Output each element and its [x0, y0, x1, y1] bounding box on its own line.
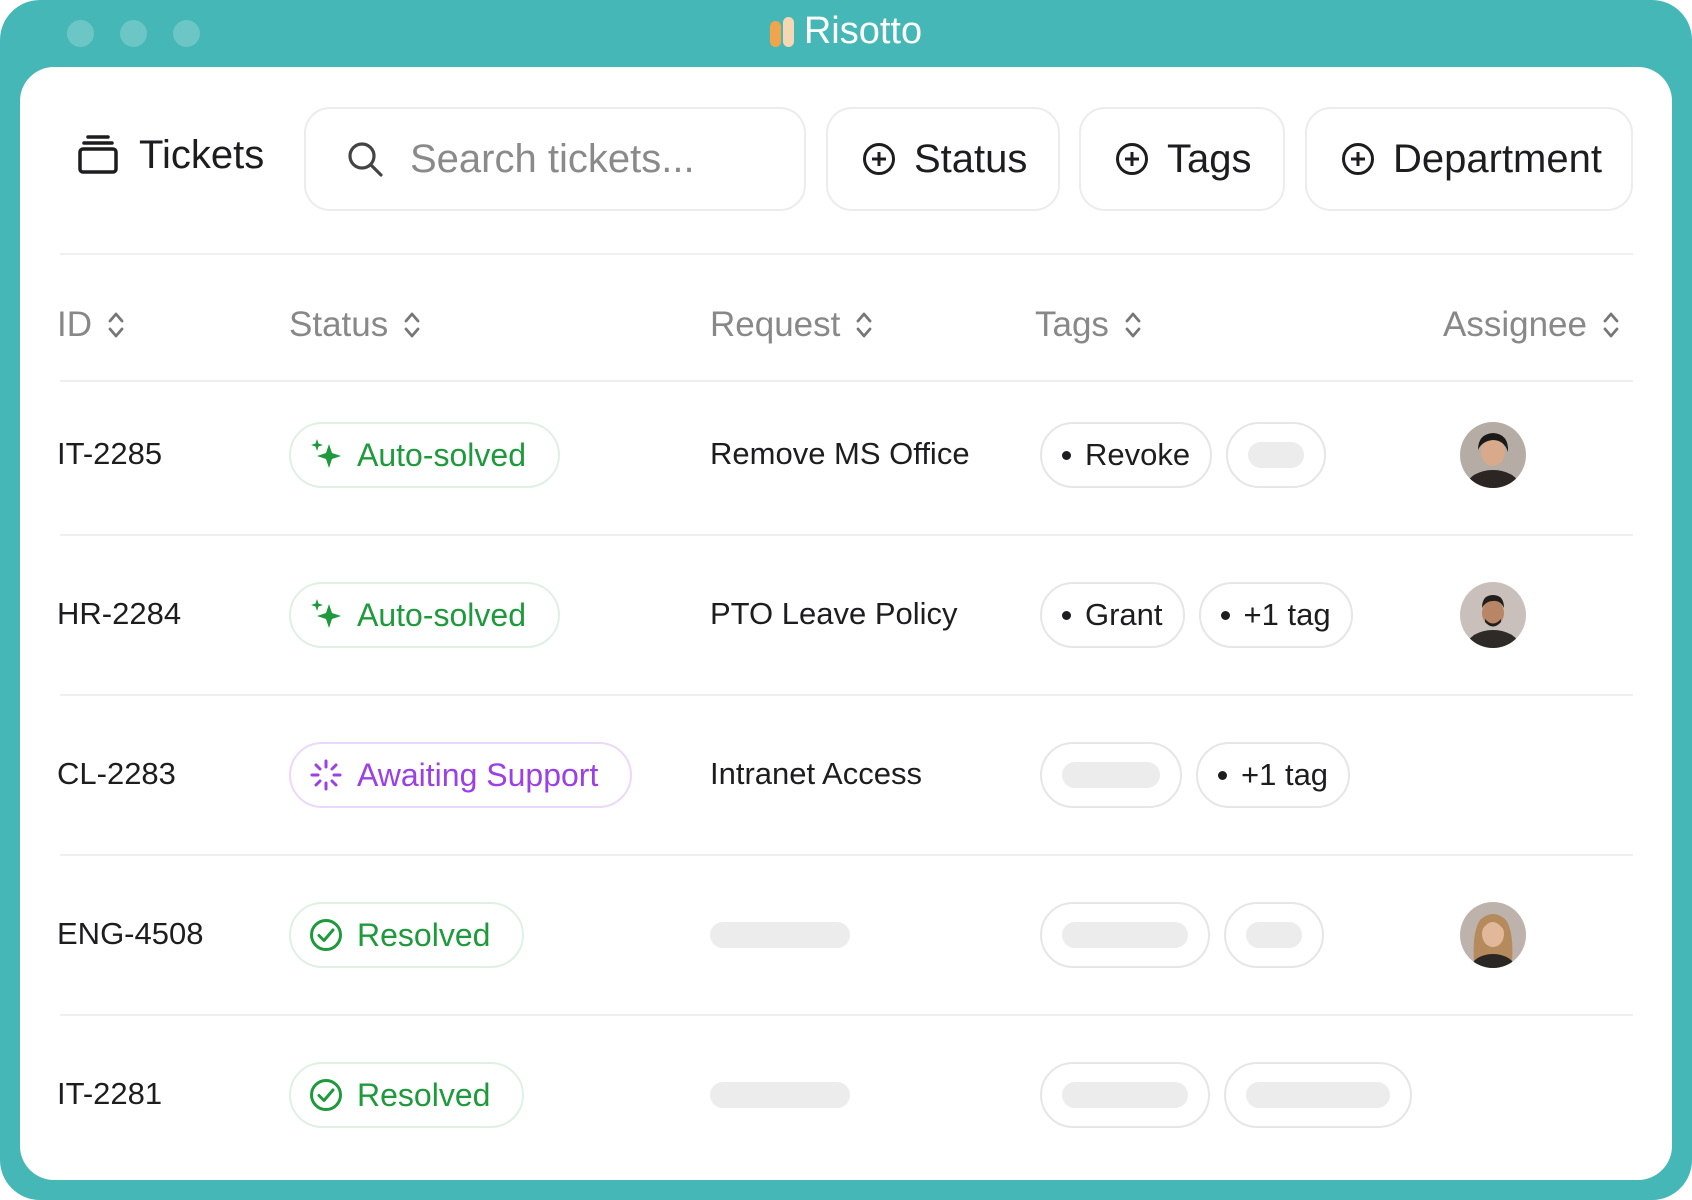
request-placeholder [710, 922, 850, 948]
more-tags-chip[interactable]: +1 tag [1196, 742, 1351, 808]
bullet-icon [1218, 770, 1227, 780]
tag-chip-placeholder [1224, 1062, 1412, 1128]
tag-chip-placeholder [1224, 902, 1324, 968]
status-label: Resolved [357, 1076, 491, 1113]
sort-icon [856, 312, 872, 338]
department-filter-button[interactable]: Department [1305, 107, 1633, 211]
check-circle-icon [310, 1079, 342, 1111]
ticket-id: IT-2285 [57, 436, 163, 471]
app-brand: Risotto [0, 10, 1692, 53]
ticket-id: CL-2283 [57, 756, 176, 791]
sparkle-icon [311, 599, 341, 628]
status-badge: Auto-solved [289, 582, 560, 648]
check-circle-icon [310, 919, 342, 951]
tag-chip-placeholder [1040, 902, 1210, 968]
ticket-id: ENG-4508 [57, 916, 204, 951]
sort-icon [1125, 312, 1141, 338]
tickets-stack-icon [78, 135, 118, 174]
status-badge: Awaiting Support [289, 742, 633, 808]
column-header-id-label: ID [57, 305, 92, 344]
avatar-photo-3 [1460, 902, 1526, 968]
plus-circle-icon [863, 143, 895, 175]
status-label: Auto-solved [357, 596, 526, 633]
ticket-id: HR-2284 [57, 596, 182, 631]
tag-chip-placeholder [1040, 742, 1182, 808]
assignee-avatar[interactable] [1460, 582, 1526, 648]
plus-circle-icon [1342, 143, 1374, 175]
request-text: PTO Leave Policy [710, 596, 958, 631]
bullet-icon [1062, 610, 1071, 620]
tag-chip-placeholder [1226, 422, 1327, 488]
status-label: Awaiting Support [357, 756, 599, 793]
request-placeholder [710, 1082, 850, 1108]
column-header-status-label: Status [289, 305, 389, 344]
status-label: Auto-solved [357, 436, 526, 473]
loading-spinner-icon [310, 759, 342, 791]
bullet-icon [1220, 610, 1230, 620]
sort-icon [108, 312, 124, 338]
page-title-label: Tickets [139, 132, 265, 177]
tags-cell: +1 tag [1040, 742, 1351, 808]
assignee-avatar[interactable] [1460, 422, 1526, 488]
status-badge: Resolved [289, 902, 525, 968]
search-icon [348, 142, 383, 177]
column-header-assignee-label: Assignee [1443, 305, 1587, 344]
avatar-photo-1 [1460, 422, 1526, 488]
column-header-tags-label: Tags [1035, 305, 1109, 344]
tags-cell [1040, 1062, 1412, 1128]
app-window: Risotto Tickets Search tickets... Status… [0, 0, 1692, 1200]
tag-chip-placeholder [1040, 1062, 1210, 1128]
search-placeholder: Search tickets... [410, 136, 695, 181]
search-input[interactable]: Search tickets... [304, 107, 806, 211]
more-tags-label: +1 tag [1243, 597, 1331, 632]
ticket-id: IT-2281 [57, 1076, 163, 1111]
status-filter-label: Status [914, 136, 1028, 181]
more-tags-chip[interactable]: +1 tag [1198, 582, 1353, 648]
status-badge: Resolved [289, 1062, 525, 1128]
table-row[interactable]: ENG-4508 Resolved [20, 854, 1672, 1014]
risotto-logo-icon [769, 16, 796, 47]
tags-cell [1040, 902, 1324, 968]
plus-circle-icon [1116, 143, 1148, 175]
table-row[interactable]: HR-2284 Auto-solved PTO Leave Policy Gra… [20, 534, 1672, 694]
column-header-tags[interactable]: Tags [1035, 295, 1141, 355]
status-label: Resolved [357, 916, 491, 953]
tag-chip[interactable]: Grant [1040, 582, 1185, 648]
app-title: Risotto [803, 10, 923, 52]
tags-filter-button[interactable]: Tags [1079, 107, 1285, 211]
status-filter-button[interactable]: Status [826, 107, 1060, 211]
tag-label: Grant [1085, 597, 1163, 632]
sort-icon [404, 312, 420, 338]
request-text: Intranet Access [710, 756, 922, 791]
page-title: Tickets [77, 131, 264, 179]
assignee-avatar[interactable] [1460, 902, 1526, 968]
tag-label: Revoke [1085, 437, 1191, 472]
tags-cell: Revoke [1040, 422, 1327, 488]
tickets-panel: Tickets Search tickets... Status Tags De… [20, 67, 1672, 1180]
status-badge: Auto-solved [289, 422, 560, 488]
table-row[interactable]: IT-2285 Auto-solved Remove MS Office Rev… [20, 374, 1672, 534]
sparkle-icon [311, 439, 341, 468]
bullet-icon [1062, 450, 1071, 460]
more-tags-label: +1 tag [1241, 757, 1329, 792]
column-header-id[interactable]: ID [57, 295, 124, 355]
column-header-request[interactable]: Request [710, 295, 872, 355]
tags-cell: Grant +1 tag [1040, 582, 1353, 648]
request-text: Remove MS Office [710, 436, 970, 471]
tags-filter-label: Tags [1167, 136, 1252, 181]
table-row[interactable]: CL-2283 Awaiting Support Intranet Access… [20, 694, 1672, 854]
tag-chip[interactable]: Revoke [1040, 422, 1213, 488]
divider [60, 253, 1633, 255]
column-header-assignee[interactable]: Assignee [1443, 295, 1619, 355]
department-filter-label: Department [1393, 136, 1602, 181]
column-header-status[interactable]: Status [289, 295, 420, 355]
table-row[interactable]: IT-2281 Resolved [20, 1014, 1672, 1174]
column-header-request-label: Request [710, 305, 841, 344]
avatar-photo-2 [1460, 582, 1526, 648]
sort-icon [1603, 312, 1619, 338]
